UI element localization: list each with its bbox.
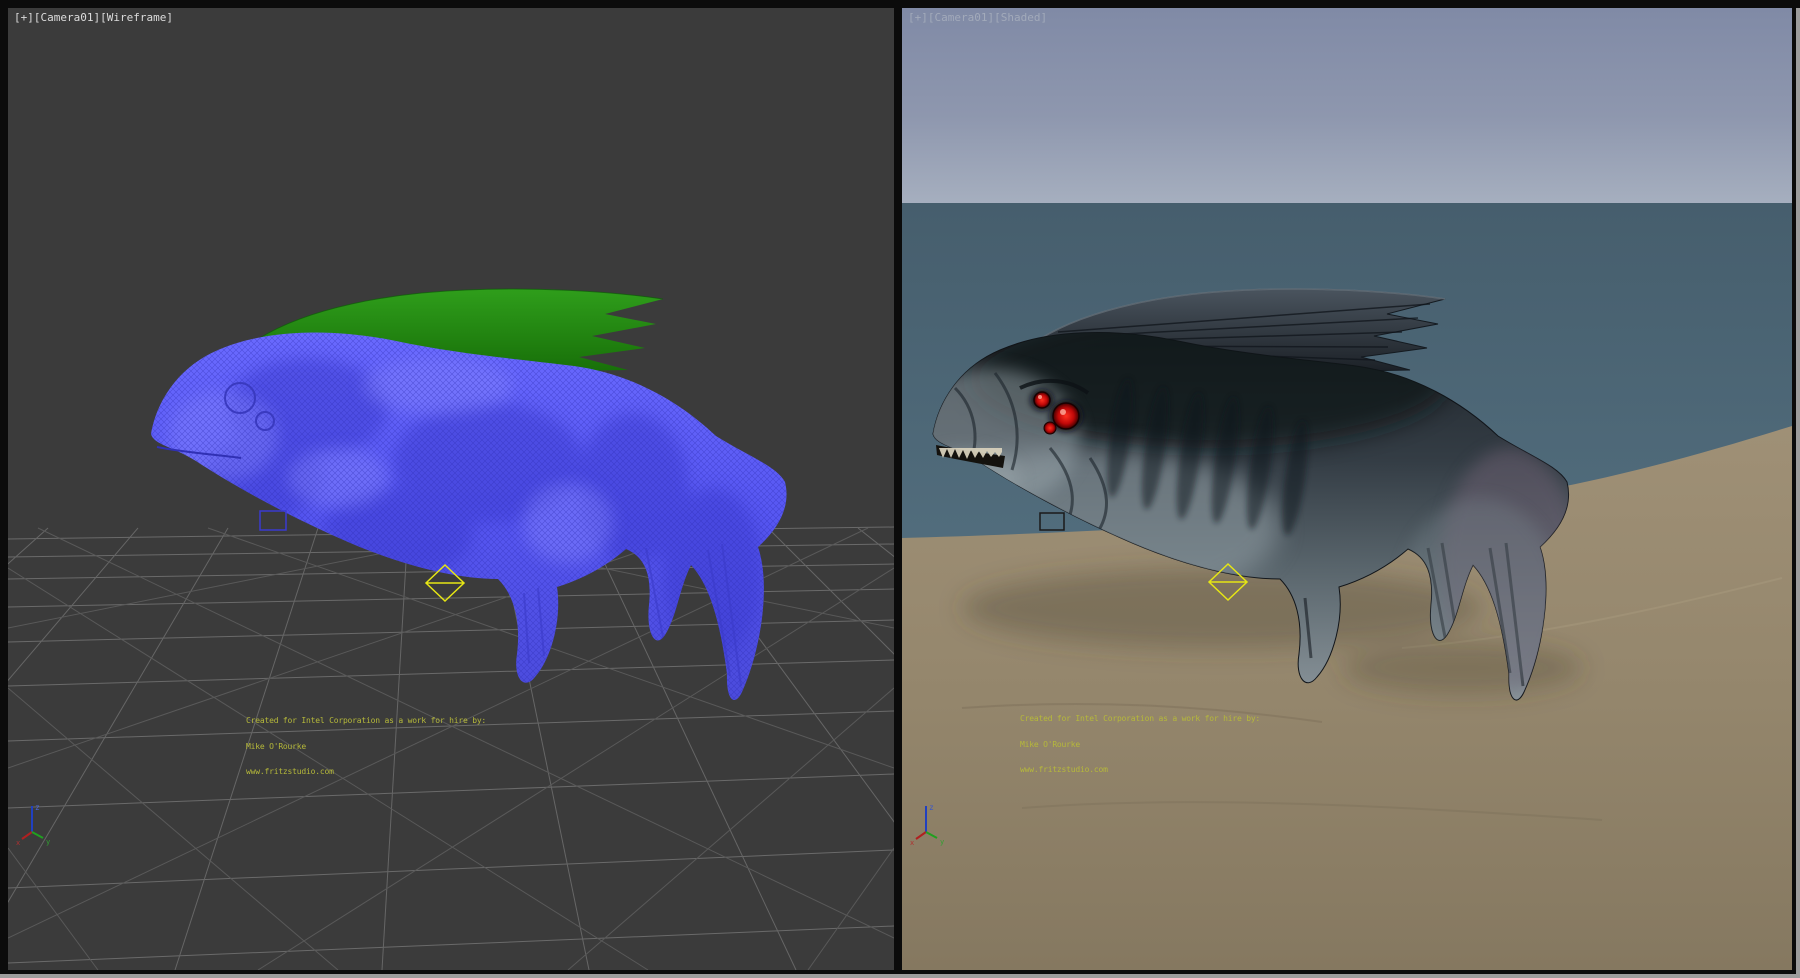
general-viewport-menu[interactable]: [+] <box>908 11 928 24</box>
axis-y-label: y <box>940 838 944 846</box>
wireframe-scene: z x y <box>8 8 894 970</box>
shading-viewport-menu[interactable]: [Wireframe] <box>100 11 173 24</box>
watermark-text: Created for Intel Corporation as a work … <box>246 700 486 794</box>
general-viewport-menu[interactable]: [+] <box>14 11 34 24</box>
fish-model-wireframe[interactable] <box>148 278 798 708</box>
world-axis-gizmo: z x y <box>16 803 50 847</box>
box-helper[interactable] <box>260 511 286 530</box>
watermark-line1: Created for Intel Corporation as a work … <box>246 717 486 726</box>
watermark-line1: Created for Intel Corporation as a work … <box>1020 715 1260 724</box>
viewport-camera01-wireframe[interactable]: z x y [+][Camera01][Wireframe] Created f… <box>8 8 894 970</box>
axis-z-label: z <box>929 803 934 812</box>
axis-x-label: x <box>16 839 20 847</box>
shading-viewport-menu[interactable]: [Shaded] <box>994 11 1047 24</box>
axis-y-label: y <box>46 838 50 846</box>
axis-x-label: x <box>910 839 914 847</box>
watermark-line2: Mike O'Rourke <box>246 743 486 752</box>
watermark-line3: www.fritzstudio.com <box>246 768 486 777</box>
viewport-label: [+][Camera01][Wireframe] <box>14 11 173 24</box>
viewport-label: [+][Camera01][Shaded] <box>908 11 1047 24</box>
pov-viewport-menu[interactable]: [Camera01] <box>928 11 994 24</box>
watermark-text: Created for Intel Corporation as a work … <box>1020 698 1260 792</box>
window-edge-bottom <box>0 974 1800 978</box>
shaded-scene: z x y <box>902 8 1792 970</box>
sky <box>902 8 1792 204</box>
watermark-line2: Mike O'Rourke <box>1020 741 1260 750</box>
axis-z-label: z <box>35 803 40 812</box>
watermark-line3: www.fritzstudio.com <box>1020 766 1260 775</box>
window-edge-right <box>1796 8 1800 974</box>
pov-viewport-menu[interactable]: [Camera01] <box>34 11 100 24</box>
viewport-camera01-shaded[interactable]: z x y [+][Camera01][Shaded] Created for … <box>902 8 1792 970</box>
